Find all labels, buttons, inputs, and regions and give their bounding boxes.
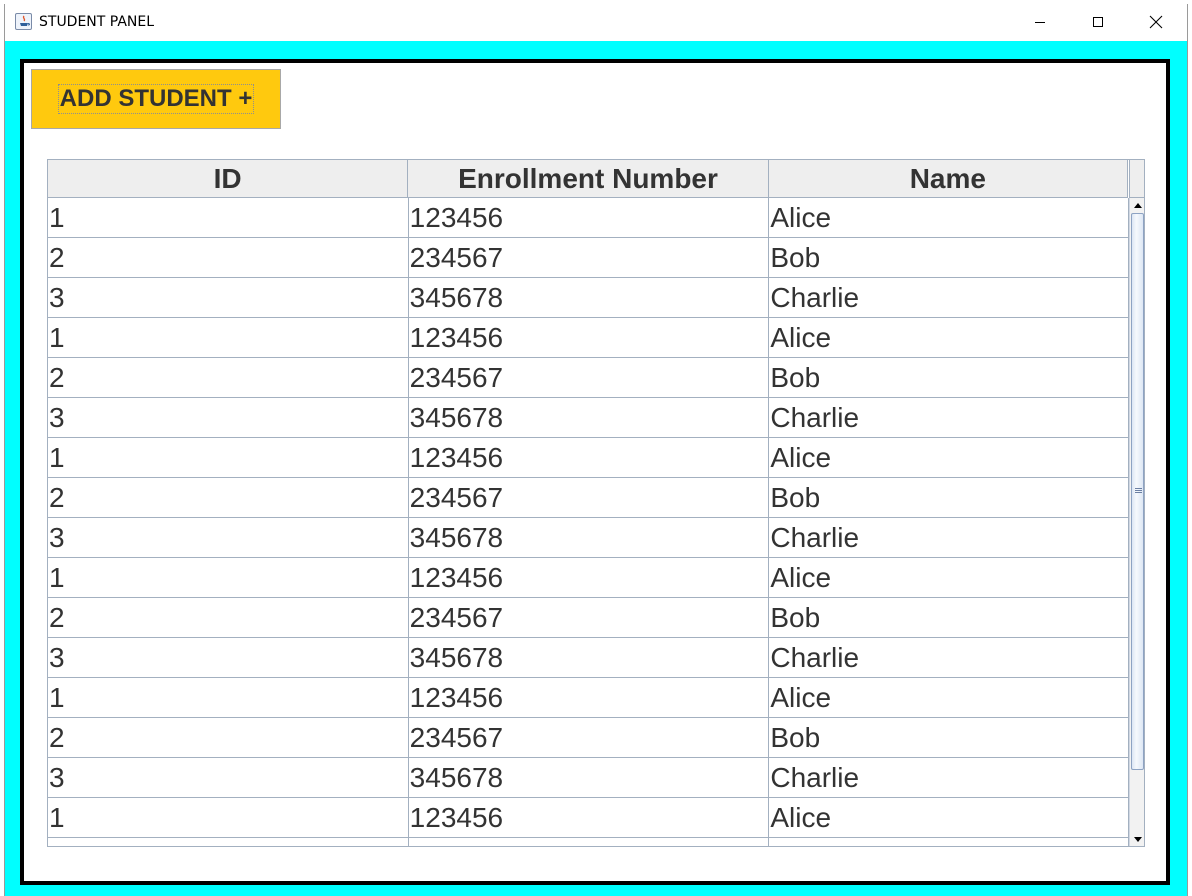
cell-name[interactable]: Bob [769, 238, 1130, 278]
table-row[interactable]: 1 123456 Alice [48, 678, 1130, 718]
header-corner [1129, 160, 1144, 198]
java-app-icon [15, 13, 32, 30]
cell-id[interactable] [48, 838, 409, 846]
table-row[interactable]: 1 123456 Alice [48, 558, 1130, 598]
student-table-scrollpane[interactable]: ID Enrollment Number Name 1 123456 Alice 2 2… [47, 159, 1145, 847]
cell-enrollment-number[interactable]: 345678 [408, 518, 770, 558]
cell-id[interactable]: 1 [48, 318, 409, 358]
cell-enrollment-number[interactable]: 123456 [408, 438, 770, 478]
cell-name[interactable]: Charlie [769, 398, 1130, 438]
cell-enrollment-number[interactable]: 234567 [408, 478, 770, 518]
cell-enrollment-number[interactable] [409, 838, 770, 846]
cell-name[interactable]: Alice [769, 198, 1130, 238]
scroll-down-button[interactable] [1130, 832, 1144, 846]
column-header-id[interactable]: ID [48, 160, 409, 198]
cell-name[interactable] [769, 838, 1130, 846]
table-row[interactable]: 2 234567 Bob [48, 238, 1130, 278]
cell-enrollment-number[interactable]: 234567 [408, 358, 770, 398]
table-row[interactable]: 3 345678 Charlie [48, 278, 1130, 318]
arrow-up-icon [1133, 202, 1142, 208]
grip-icon [1135, 488, 1142, 493]
cell-id[interactable]: 3 [48, 638, 409, 678]
cell-name[interactable]: Bob [769, 718, 1130, 758]
cell-name[interactable]: Alice [769, 318, 1130, 358]
cell-id[interactable]: 1 [48, 438, 409, 478]
table-row[interactable]: 1 123456 Alice [48, 318, 1130, 358]
cell-enrollment-number[interactable]: 345678 [408, 638, 770, 678]
cell-enrollment-number[interactable]: 345678 [408, 758, 770, 798]
table-row[interactable]: 3 345678 Charlie [48, 638, 1130, 678]
cell-id[interactable]: 1 [48, 198, 409, 238]
column-header-name[interactable]: Name [768, 160, 1128, 198]
cell-enrollment-number[interactable]: 234567 [408, 238, 770, 278]
cell-name[interactable]: Charlie [769, 758, 1130, 798]
cell-id[interactable]: 1 [48, 558, 409, 598]
cell-id[interactable]: 2 [48, 598, 409, 638]
scrollbar-thumb[interactable] [1131, 213, 1144, 770]
minimize-icon [1035, 22, 1045, 23]
table-row[interactable]: 2 234567 Bob [48, 358, 1130, 398]
table-row[interactable]: 1 123456 Alice [48, 438, 1130, 478]
table-row[interactable]: 3 345678 Charlie [48, 518, 1130, 558]
vertical-scrollbar[interactable] [1129, 198, 1144, 846]
cell-id[interactable]: 2 [48, 478, 409, 518]
table-header: ID Enrollment Number Name [48, 160, 1128, 198]
cell-name[interactable]: Alice [769, 558, 1130, 598]
cell-name[interactable]: Bob [769, 598, 1130, 638]
table-body: 1 123456 Alice 2 234567 Bob 3 345678 Charlie 1 123… [48, 198, 1130, 846]
cell-id[interactable]: 3 [48, 398, 409, 438]
cell-name[interactable]: Alice [769, 798, 1130, 838]
maximize-icon [1093, 17, 1103, 27]
close-button[interactable] [1127, 4, 1185, 40]
cell-id[interactable]: 3 [48, 518, 409, 558]
column-header-enrollment-number[interactable]: Enrollment Number [408, 160, 769, 198]
add-student-button[interactable]: ADD STUDENT + [31, 69, 281, 129]
scroll-up-button[interactable] [1130, 198, 1144, 212]
cell-id[interactable]: 2 [48, 238, 409, 278]
table-row[interactable]: 2 234567 Bob [48, 718, 1130, 758]
cell-enrollment-number[interactable]: 123456 [408, 798, 770, 838]
cell-name[interactable]: Bob [769, 358, 1130, 398]
cell-id[interactable]: 1 [48, 678, 409, 718]
cell-name[interactable]: Charlie [769, 518, 1130, 558]
cell-id[interactable]: 3 [48, 758, 409, 798]
cell-id[interactable]: 1 [48, 798, 409, 838]
minimize-button[interactable] [1011, 4, 1069, 40]
table-row[interactable] [48, 838, 1130, 846]
cell-name[interactable]: Charlie [769, 278, 1130, 318]
cell-name[interactable]: Alice [769, 678, 1130, 718]
cell-enrollment-number[interactable]: 345678 [408, 398, 770, 438]
cell-id[interactable]: 2 [48, 358, 409, 398]
cell-name[interactable]: Bob [769, 478, 1130, 518]
content-background: ADD STUDENT + ID Enrollment Number Name … [5, 41, 1187, 896]
cell-enrollment-number[interactable]: 234567 [408, 718, 770, 758]
cell-id[interactable]: 2 [48, 718, 409, 758]
cell-name[interactable]: Charlie [769, 638, 1130, 678]
title-bar[interactable]: STUDENT PANEL [5, 4, 1187, 41]
cell-enrollment-number[interactable]: 345678 [408, 278, 770, 318]
table-row[interactable]: 2 234567 Bob [48, 598, 1130, 638]
cell-enrollment-number[interactable]: 123456 [408, 678, 770, 718]
table-row[interactable]: 1 123456 Alice [48, 798, 1130, 838]
cell-enrollment-number[interactable]: 234567 [408, 598, 770, 638]
student-panel-window: STUDENT PANEL ADD STUDENT + ID Enrollmen… [4, 4, 1188, 896]
table-row[interactable]: 1 123456 Alice [48, 198, 1130, 238]
cell-enrollment-number[interactable]: 123456 [408, 318, 770, 358]
close-icon [1149, 15, 1163, 29]
table-row[interactable]: 2 234567 Bob [48, 478, 1130, 518]
main-panel: ADD STUDENT + ID Enrollment Number Name … [20, 59, 1170, 885]
arrow-down-icon [1133, 836, 1142, 842]
table-row[interactable]: 3 345678 Charlie [48, 398, 1130, 438]
table-row[interactable]: 3 345678 Charlie [48, 758, 1130, 798]
cell-id[interactable]: 3 [48, 278, 409, 318]
cell-name[interactable]: Alice [769, 438, 1130, 478]
add-student-label: ADD STUDENT + [57, 84, 255, 114]
maximize-button[interactable] [1069, 4, 1127, 40]
cell-enrollment-number[interactable]: 123456 [408, 198, 770, 238]
cell-enrollment-number[interactable]: 123456 [408, 558, 770, 598]
window-title: STUDENT PANEL [39, 14, 155, 30]
